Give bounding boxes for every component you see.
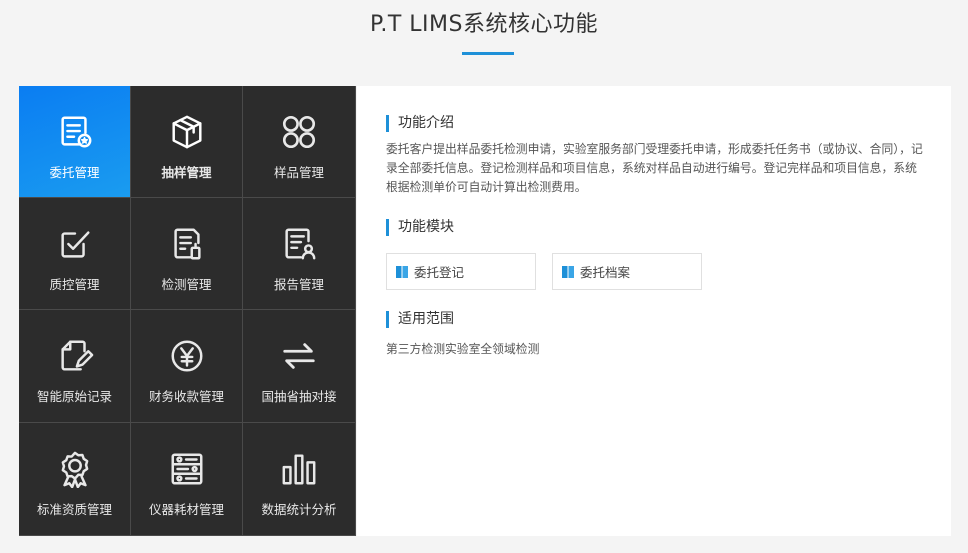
award-badge-icon xyxy=(55,449,95,489)
scope-text: 第三方检测实验室全领域检测 xyxy=(386,342,540,356)
tile-label: 委托管理 xyxy=(49,165,100,180)
title-underline xyxy=(462,52,514,55)
tile-label: 检测管理 xyxy=(161,277,212,292)
yen-icon xyxy=(167,336,207,376)
modules-title: 功能模块 xyxy=(386,219,454,236)
tile-docking[interactable]: 国抽省抽对接 xyxy=(243,310,356,423)
instrument-icon xyxy=(167,449,207,489)
tile-label: 仪器耗材管理 xyxy=(148,502,224,517)
tile-report[interactable]: 报告管理 xyxy=(243,198,356,310)
tile-label: 智能原始记录 xyxy=(36,389,112,404)
scope-title: 适用范围 xyxy=(386,311,454,328)
samples-grid-icon xyxy=(279,112,319,152)
tile-label: 样品管理 xyxy=(273,165,324,180)
exchange-arrows-icon xyxy=(279,336,319,376)
tile-entrust[interactable]: 委托管理 xyxy=(19,86,131,198)
tile-testing[interactable]: 检测管理 xyxy=(131,198,243,310)
tile-samples[interactable]: 样品管理 xyxy=(243,86,356,198)
tile-label: 财务收款管理 xyxy=(148,389,224,404)
tile-label: 国抽省抽对接 xyxy=(261,389,337,404)
tile-label: 数据统计分析 xyxy=(261,502,337,517)
tile-label: 抽样管理 xyxy=(161,165,212,180)
module-label: 委托档案 xyxy=(580,265,631,280)
bar-chart-icon xyxy=(279,449,319,489)
tile-standard[interactable]: 标准资质管理 xyxy=(19,423,131,536)
tile-statistics[interactable]: 数据统计分析 xyxy=(243,423,356,536)
tile-instrument[interactable]: 仪器耗材管理 xyxy=(131,423,243,536)
module-entrust-register[interactable]: 委托登记 xyxy=(386,253,536,290)
module-entrust-archive[interactable]: 委托档案 xyxy=(552,253,702,290)
module-book-icon xyxy=(396,265,408,278)
tile-label: 标准资质管理 xyxy=(36,502,112,517)
tile-finance[interactable]: 财务收款管理 xyxy=(131,310,243,423)
tile-quality[interactable]: 质控管理 xyxy=(19,198,131,310)
tile-label: 质控管理 xyxy=(49,277,100,292)
tile-label: 报告管理 xyxy=(273,277,324,292)
detail-panel: 功能介绍 委托客户提出样品委托检测申请，实验室服务部门受理委托申请，形成委托任务… xyxy=(357,86,951,536)
sampling-box-icon xyxy=(167,112,207,152)
module-label: 委托登记 xyxy=(414,265,465,280)
test-doc-icon xyxy=(167,224,207,264)
tile-sampling[interactable]: 抽样管理 xyxy=(131,86,243,198)
entrust-doc-icon xyxy=(55,112,95,152)
quality-check-icon xyxy=(55,224,95,264)
intro-title: 功能介绍 xyxy=(386,115,454,132)
intro-text: 委托客户提出样品委托检测申请，实验室服务部门受理委托申请，形成委托任务书（或协议… xyxy=(386,142,923,194)
report-user-icon xyxy=(279,224,319,264)
record-edit-icon xyxy=(55,336,95,376)
tile-smart-record[interactable]: 智能原始记录 xyxy=(19,310,131,423)
feature-grid: 委托管理 抽样管理 样品管理 质控管理 检测管理 报告管理 智能原始记录 财务收… xyxy=(19,86,356,536)
module-book-icon xyxy=(562,265,574,278)
page-title: P.T LIMS系统核心功能 xyxy=(370,12,598,37)
